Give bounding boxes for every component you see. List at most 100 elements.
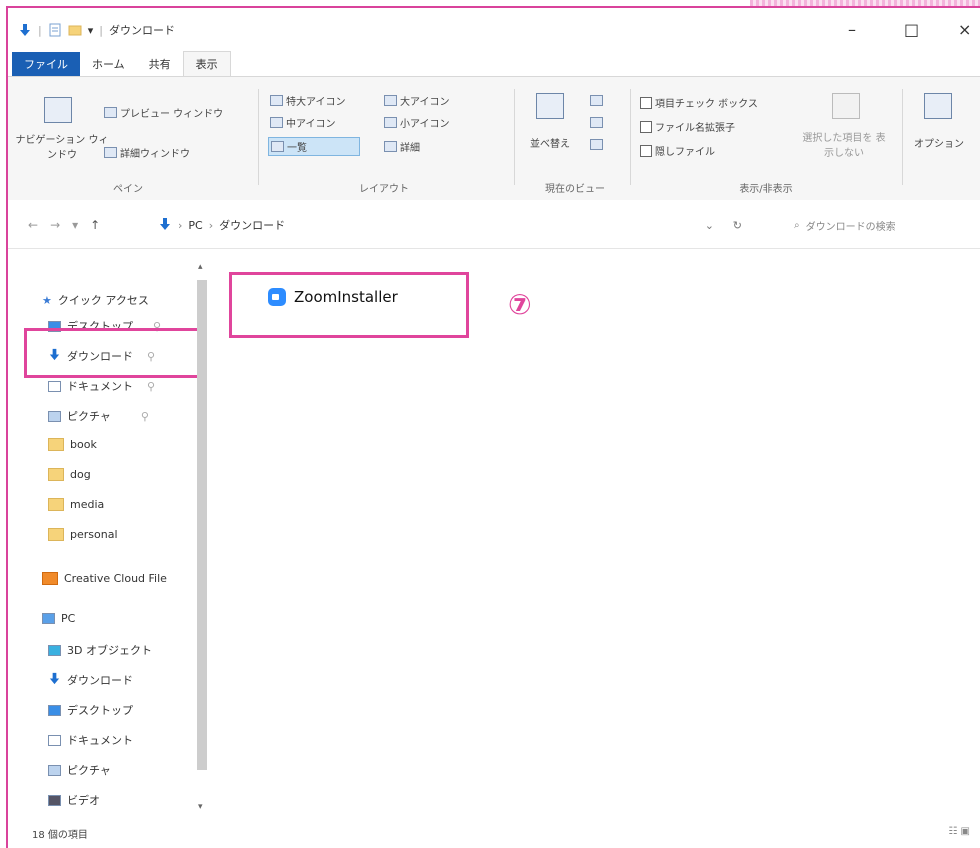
up-arrow-icon[interactable]: ↑ <box>90 218 100 232</box>
layout-large-icons[interactable]: 大アイコン <box>384 93 450 108</box>
tab-home[interactable]: ホーム <box>80 52 137 76</box>
sidebar-item-label: media <box>70 498 105 511</box>
checkbox-icon <box>640 96 652 109</box>
address-dropdown-icon[interactable]: ⌄ <box>705 219 714 232</box>
scroll-up-icon[interactable]: ▴ <box>198 262 203 272</box>
minimize-button[interactable]: – <box>848 20 856 39</box>
details-pane-icon <box>104 147 117 158</box>
back-arrow-icon[interactable]: ← <box>28 218 38 232</box>
sidebar-item-label: ダウンロード <box>67 674 133 687</box>
layout-extra-large-icons[interactable]: 特大アイコン <box>270 93 346 108</box>
tab-share[interactable]: 共有 <box>137 52 183 76</box>
sidebar-item-label: デスクトップ <box>67 704 133 717</box>
sidebar-item-pc[interactable]: PC <box>42 612 75 625</box>
sidebar-item-documents[interactable]: ドキュメント <box>48 732 133 748</box>
sidebar-scrollbar[interactable]: ▴ ▾ <box>195 262 209 822</box>
layout-list[interactable]: 一覧 <box>268 137 360 156</box>
preview-pane-label: プレビュー ウィンドウ <box>120 109 224 120</box>
navigation-pane-button[interactable]: ナビゲーション ウィンドウ <box>12 131 112 161</box>
size-columns-icon[interactable] <box>590 139 603 150</box>
navigation-pane-icon[interactable] <box>44 97 72 123</box>
maximize-button[interactable]: □ <box>904 20 919 39</box>
sidebar-item-folder[interactable]: book <box>48 438 97 451</box>
options-icon[interactable] <box>924 93 952 119</box>
sidebar-item-desktop[interactable]: デスクトップ <box>48 702 133 718</box>
large-icons-icon <box>384 95 397 106</box>
sidebar-item-label: ドキュメント <box>67 380 133 393</box>
folder-icon <box>48 468 64 481</box>
details-icon <box>384 141 397 152</box>
breadcrumb-pc[interactable]: PC <box>188 219 202 232</box>
sidebar-item-folder[interactable]: media <box>48 498 104 511</box>
sidebar-item-label: ピクチャ <box>67 764 111 777</box>
layout-details[interactable]: 詳細 <box>384 139 420 154</box>
new-folder-icon[interactable] <box>68 23 82 37</box>
hide-selected-button[interactable]: 選択した項目を 表示しない <box>800 129 888 159</box>
hide-selected-icon[interactable] <box>832 93 860 119</box>
sidebar-item-pictures[interactable]: ピクチャ ⚲ <box>48 408 149 424</box>
sidebar-item-downloads[interactable]: ダウンロード <box>48 672 133 688</box>
sidebar-item-creative-cloud[interactable]: Creative Cloud File <box>42 572 167 585</box>
sidebar-item-documents[interactable]: ドキュメント ⚲ <box>48 378 155 394</box>
pc-icon <box>42 613 55 624</box>
sidebar-item-quick-access[interactable]: ★ クイック アクセス <box>42 292 149 308</box>
folder-icon <box>48 498 64 511</box>
preview-pane-button[interactable]: プレビュー ウィンドウ <box>104 105 223 120</box>
layout-label: 特大アイコン <box>286 97 346 108</box>
checkbox-label: 隠しファイル <box>655 147 715 158</box>
scrollbar-thumb[interactable] <box>197 280 207 770</box>
tab-file[interactable]: ファイル <box>12 52 80 76</box>
download-arrow-icon[interactable] <box>18 23 32 37</box>
tab-view[interactable]: 表示 <box>182 51 231 76</box>
title-bar: | ▾ | ダウンロード – □ × <box>8 8 980 48</box>
desktop-icon <box>48 704 61 716</box>
group-label-show-hide: 表示/非表示 <box>739 184 793 195</box>
layout-group: 特大アイコン 大アイコン 中アイコン 小アイコン 一覧 詳細 レイアウト <box>264 83 504 197</box>
navigation-buttons: ← → ▾ ↑ <box>28 218 100 232</box>
current-view-group: 並べ替え 現在のビュー <box>520 83 630 197</box>
customize-toolbar-icon[interactable]: ▾ <box>88 24 94 37</box>
options-button[interactable]: オプション <box>914 135 964 150</box>
step-marker: ⑦ <box>508 288 532 321</box>
properties-icon[interactable] <box>48 23 62 37</box>
document-icon <box>48 734 61 746</box>
document-icon <box>48 380 61 392</box>
sort-icon[interactable] <box>536 93 564 119</box>
picture-icon <box>48 764 61 776</box>
file-extension-toggle[interactable]: ファイル名拡張子 <box>640 119 735 134</box>
address-bar[interactable]: › PC › ダウンロード ⌄ ↻ <box>158 214 748 236</box>
sidebar-item-label: book <box>70 438 97 451</box>
hidden-files-toggle[interactable]: 隠しファイル <box>640 143 715 158</box>
group-by-icon[interactable] <box>590 95 603 106</box>
search-box[interactable]: ⌕ ダウンロードの検索 <box>778 214 980 236</box>
sort-button[interactable]: 並べ替え <box>530 135 570 150</box>
sidebar-item-folder[interactable]: personal <box>48 528 118 541</box>
breadcrumb-downloads[interactable]: ダウンロード <box>219 217 285 233</box>
layout-label: 一覧 <box>287 143 307 154</box>
medium-icons-icon <box>270 117 283 128</box>
scroll-down-icon[interactable]: ▾ <box>198 802 203 812</box>
sidebar-item-pictures[interactable]: ピクチャ <box>48 762 111 778</box>
search-icon: ⌕ <box>794 219 800 231</box>
list-icon <box>271 141 284 152</box>
layout-label: 大アイコン <box>400 97 450 108</box>
refresh-icon[interactable]: ↻ <box>733 219 742 232</box>
ribbon-divider <box>630 89 631 185</box>
layout-medium-icons[interactable]: 中アイコン <box>270 115 336 130</box>
sidebar-item-folder[interactable]: dog <box>48 468 91 481</box>
add-columns-icon[interactable] <box>590 117 603 128</box>
checkbox-label: ファイル名拡張子 <box>655 123 735 134</box>
details-pane-button[interactable]: 詳細ウィンドウ <box>104 145 190 160</box>
item-checkbox-toggle[interactable]: 項目チェック ボックス <box>640 95 758 110</box>
close-button[interactable]: × <box>958 20 971 39</box>
ribbon-divider <box>902 89 903 185</box>
status-item-count: 18 個の項目 <box>32 830 88 841</box>
preview-pane-icon <box>104 107 117 118</box>
sidebar-item-3d-objects[interactable]: 3D オブジェクト <box>48 642 152 658</box>
view-toggle-icons[interactable]: ☷ ▣ <box>948 826 970 837</box>
sidebar-item-videos[interactable]: ビデオ <box>48 792 100 808</box>
forward-arrow-icon[interactable]: → <box>50 218 60 232</box>
picture-icon <box>48 410 61 422</box>
recent-locations-icon[interactable]: ▾ <box>72 218 78 232</box>
layout-small-icons[interactable]: 小アイコン <box>384 115 450 130</box>
